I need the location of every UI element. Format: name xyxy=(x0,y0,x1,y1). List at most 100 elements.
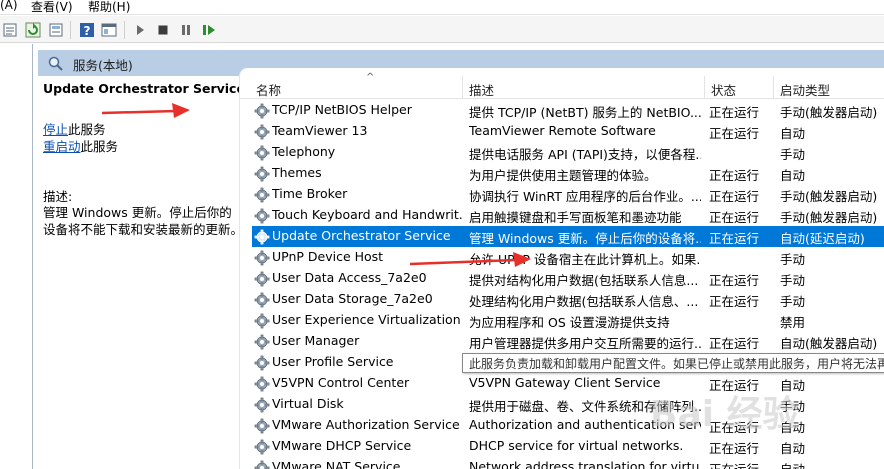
service-name: User Profile Service xyxy=(272,354,394,369)
export-list-icon[interactable] xyxy=(47,21,65,39)
service-name: VMware DHCP Service xyxy=(272,438,412,453)
service-description-cell: TeamViewer Remote Software xyxy=(469,123,656,138)
gear-icon xyxy=(254,397,270,413)
pause-service-icon[interactable] xyxy=(177,21,195,39)
table-row[interactable]: VMware NAT Service Network address transl… xyxy=(252,457,884,469)
service-description-cell: Network address translation for virtu... xyxy=(469,459,701,469)
service-startup-type: 自动(触发器启动) xyxy=(780,336,878,351)
gear-icon xyxy=(254,292,270,308)
restart-link-suffix: 此服务 xyxy=(80,139,119,154)
watermark-logo: Bai 经验 xyxy=(650,394,799,435)
service-startup-type: 手动 xyxy=(780,252,806,267)
service-status: 正在运行 xyxy=(709,189,760,204)
service-startup-type: 手动 xyxy=(780,147,806,162)
service-status: 正在运行 xyxy=(709,441,760,456)
service-name: User Experience Virtualization ... xyxy=(272,312,464,327)
restart-service-icon[interactable] xyxy=(200,21,218,39)
service-status xyxy=(709,312,775,330)
service-status: 正在运行 xyxy=(709,126,760,141)
service-status: 正在运行 xyxy=(709,168,760,183)
service-name: TCP/IP NetBIOS Helper xyxy=(272,102,412,117)
service-description: 管理 Windows 更新。停止后你的设备将不能下载和安装最新的更新。 xyxy=(43,205,244,237)
service-name: VMware NAT Service xyxy=(272,459,401,469)
gear-icon xyxy=(254,187,270,203)
service-startup-type: 自动(延迟启动) xyxy=(780,231,865,246)
column-header-description[interactable]: 描述 xyxy=(462,76,705,99)
console-tree-pane[interactable] xyxy=(0,44,33,469)
service-name: Update Orchestrator Service xyxy=(272,228,451,243)
service-name: V5VPN Control Center xyxy=(272,375,410,390)
stop-link[interactable]: 停止 xyxy=(43,122,68,137)
service-description-cell: 提供电话服务 API (TAPI)支持，以便各程... xyxy=(469,147,701,162)
service-status: 正在运行 xyxy=(709,294,760,309)
service-description-cell: DHCP service for virtual networks. xyxy=(469,438,684,453)
search-icon xyxy=(48,56,63,74)
toolbar-separator xyxy=(70,21,71,39)
service-description-cell: 管理 Windows 更新。停止后你的设备将... xyxy=(469,231,701,246)
column-header-startup-type[interactable]: 启动类型 xyxy=(773,76,884,99)
service-name: Touch Keyboard and Handwrit... xyxy=(272,207,464,222)
stop-service-icon[interactable] xyxy=(154,21,172,39)
gear-icon xyxy=(254,418,270,434)
svg-text:?: ? xyxy=(84,24,91,38)
gear-icon xyxy=(254,439,270,455)
service-description-cell: 为应用程序和 OS 设置漫游提供支持 xyxy=(469,315,670,330)
menu-view[interactable]: 查看(V) xyxy=(31,0,73,15)
gear-icon xyxy=(254,250,270,266)
service-startup-type: 手动(触发器启动) xyxy=(780,105,878,120)
service-description-cell: 启用触摸键盘和手写面板笔和墨迹功能 xyxy=(469,210,682,225)
properties-icon[interactable] xyxy=(1,21,19,39)
table-row[interactable]: VMware DHCP Service DHCP service for virt… xyxy=(252,436,884,457)
service-startup-type: 手动(触发器启动) xyxy=(780,210,878,225)
menu-action[interactable]: (A) xyxy=(0,0,18,12)
service-description-cell: 用户管理器提供多用户交互所需要的运行... xyxy=(469,336,701,351)
service-detail-pane: Update Orchestrator Service 停止此服务 重启动此服务… xyxy=(38,76,245,469)
table-row[interactable]: User Experience Virtualization ... 为应用程序和… xyxy=(252,310,884,331)
table-row-selected[interactable]: Update Orchestrator Service 管理 Windows 更新… xyxy=(252,226,884,247)
table-row[interactable]: Telephony 提供电话服务 API (TAPI)支持，以便各程... 手动 xyxy=(252,142,884,163)
service-status: 正在运行 xyxy=(709,273,760,288)
table-row[interactable]: Themes 为用户提供使用主题管理的体验。 正在运行 自动 xyxy=(252,163,884,184)
service-startup-type: 自动 xyxy=(780,168,806,183)
service-name: Themes xyxy=(272,165,322,180)
menu-help[interactable]: 帮助(H) xyxy=(88,0,130,15)
column-status-label: 状态 xyxy=(711,83,737,98)
service-startup-type: 手动 xyxy=(780,294,806,309)
annotation-arrow-icon xyxy=(101,103,190,118)
table-row[interactable]: TeamViewer 13 TeamViewer Remote Software 正… xyxy=(252,121,884,142)
table-row[interactable]: Time Broker 协调执行 WinRT 应用程序的后台作业。... 正在运行 手… xyxy=(252,184,884,205)
tooltip: 此服务负责加载和卸载用户配置文件。如果已停止或禁用此服务，用户将无法再 xyxy=(462,353,884,373)
gear-icon xyxy=(254,334,270,350)
table-row[interactable]: User Manager 用户管理器提供多用户交互所需要的运行... 正在运行 自动(… xyxy=(252,331,884,352)
table-row[interactable]: User Data Storage_7a2e0 处理结构化用户数据(包括联系人信息… xyxy=(252,289,884,310)
help-icon[interactable]: ? xyxy=(78,21,96,39)
service-status xyxy=(709,144,775,162)
toolbar: ? xyxy=(0,16,884,43)
service-startup-type: 自动 xyxy=(780,459,884,469)
service-startup-type: 手动(触发器启动) xyxy=(780,189,878,204)
restart-link[interactable]: 重启动 xyxy=(43,139,81,154)
service-name: Telephony xyxy=(272,144,336,159)
table-row[interactable]: Touch Keyboard and Handwrit... 启用触摸键盘和手写面… xyxy=(252,205,884,226)
refresh-icon[interactable] xyxy=(24,21,42,39)
gear-icon xyxy=(254,313,270,329)
show-hide-console-tree-icon[interactable] xyxy=(100,21,118,39)
gear-icon xyxy=(254,208,270,224)
service-startup-type: 自动 xyxy=(780,441,806,456)
table-row[interactable]: TCP/IP NetBIOS Helper 提供 TCP/IP (NetBT) 服… xyxy=(252,100,884,121)
gear-icon xyxy=(254,271,270,287)
service-name: VMware Authorization Service xyxy=(272,417,460,432)
service-description-cell: 协调执行 WinRT 应用程序的后台作业。... xyxy=(469,189,701,204)
sort-ascending-icon: ^ xyxy=(366,72,375,83)
start-service-icon[interactable] xyxy=(131,21,149,39)
column-header-status[interactable]: 状态 xyxy=(704,76,774,99)
service-description-cell: 提供对结构化用户数据(包括联系人信息... xyxy=(469,273,699,288)
stop-link-suffix: 此服务 xyxy=(68,122,106,137)
column-header-name[interactable]: 名称 ^ xyxy=(256,72,461,99)
service-status: 正在运行 xyxy=(709,210,760,225)
table-row[interactable]: UPnP Device Host 允许 UPnP 设备宿主在此计算机上。如果...… xyxy=(252,247,884,268)
column-description-label: 描述 xyxy=(469,83,495,98)
table-row[interactable]: User Data Access_7a2e0 提供对结构化用户数据(包括联系人信息… xyxy=(252,268,884,289)
gear-icon xyxy=(254,103,270,119)
service-startup-type: 自动 xyxy=(780,126,806,141)
